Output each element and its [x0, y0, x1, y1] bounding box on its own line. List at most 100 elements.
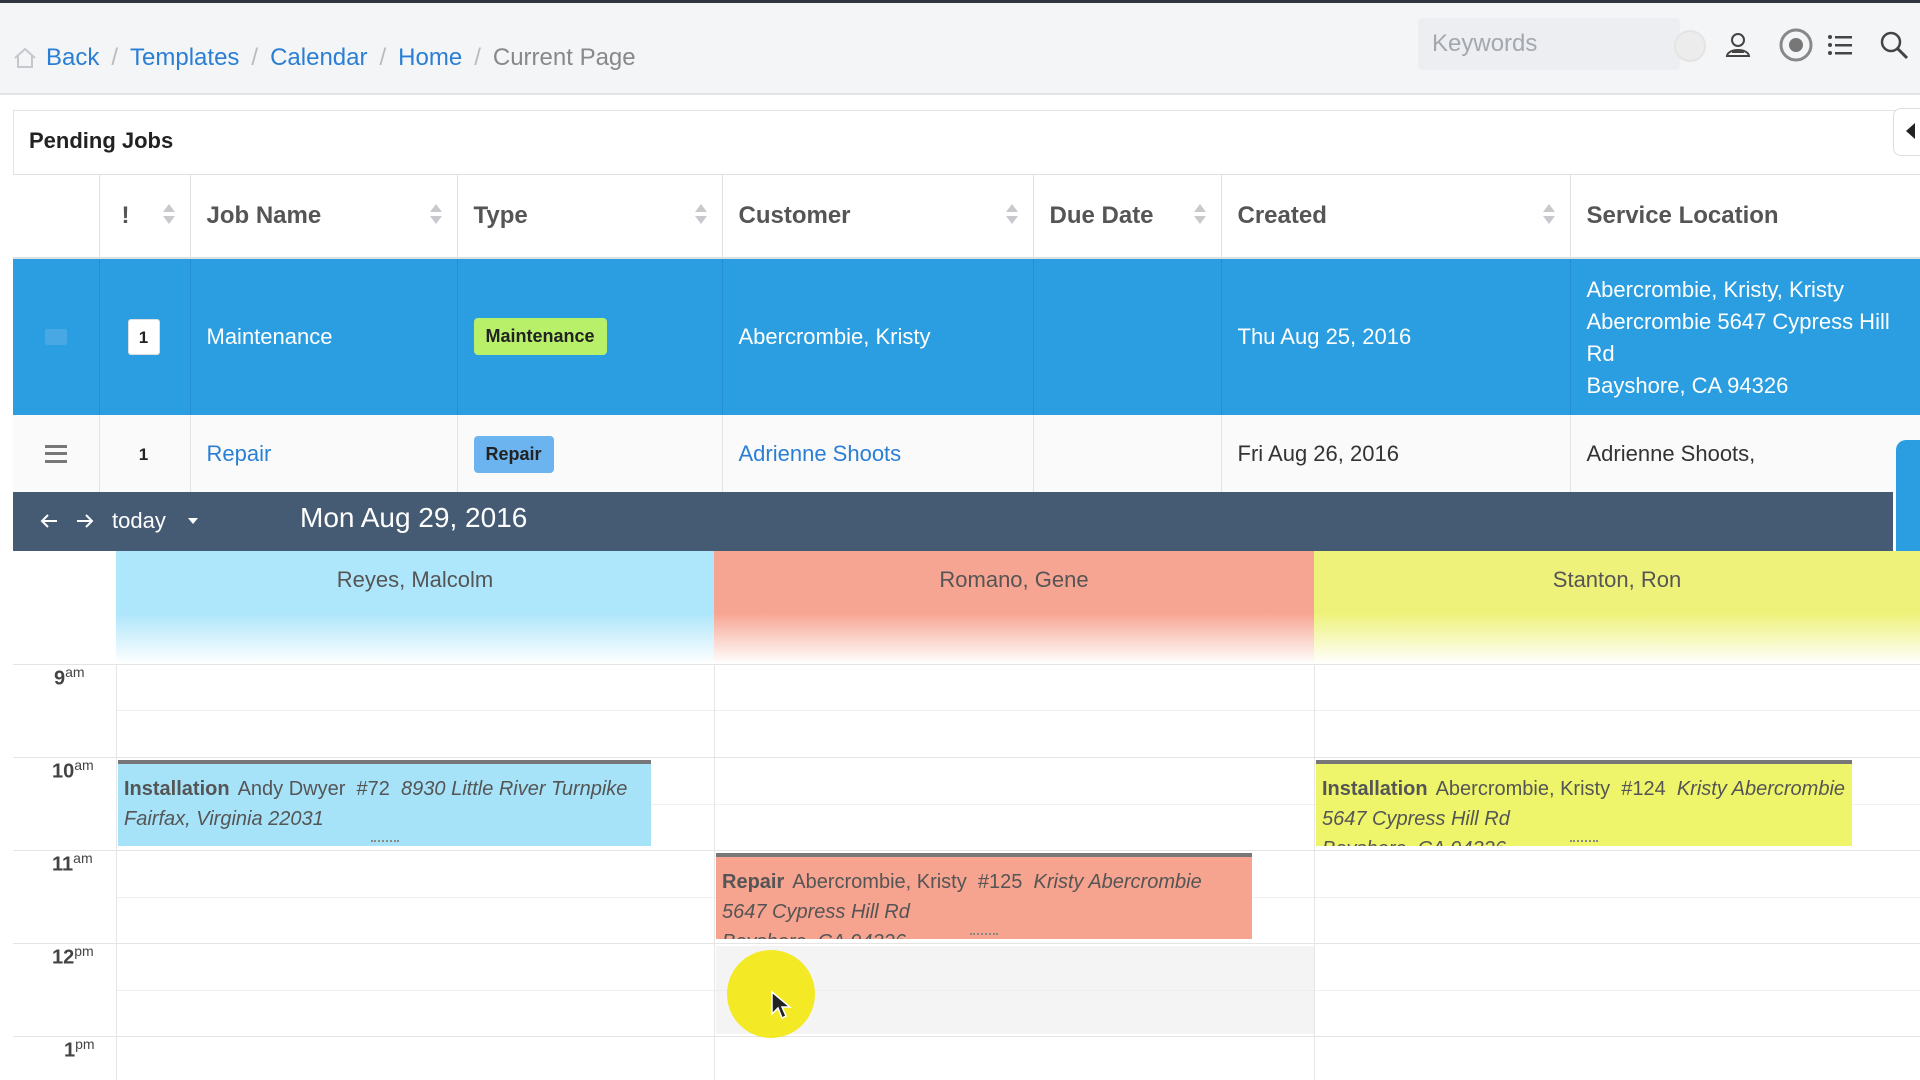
- list-icon[interactable]: [1822, 27, 1858, 63]
- event-number: #125: [977, 871, 1023, 893]
- sort-icon[interactable]: [162, 202, 176, 230]
- calendar-event[interactable]: Repair Abercrombie, Kristy #125 Kristy Ab…: [716, 853, 1252, 939]
- arrow-left-icon: [40, 514, 57, 528]
- column-divider: [116, 664, 117, 1080]
- hour-line: [13, 757, 1920, 758]
- resource-header: Reyes, Malcolm: [116, 551, 714, 664]
- hour-line: [13, 943, 1920, 944]
- priority-cell: 1: [99, 257, 191, 415]
- column-header-customer[interactable]: Customer: [722, 174, 1034, 259]
- column-header-type[interactable]: Type: [457, 174, 723, 259]
- today-button[interactable]: today: [112, 506, 198, 536]
- event-customer: Abercrombie, Kristy: [792, 871, 967, 893]
- service-location-cell: Abercrombie, Kristy, Kristy Abercrombie …: [1570, 257, 1920, 415]
- mouse-pointer-icon: [771, 990, 792, 1020]
- resource-name: Romano, Gene: [939, 567, 1089, 592]
- arrow-right-icon: [77, 514, 94, 528]
- event-address: 8930 Little River Turnpike: [401, 778, 628, 800]
- sort-icon[interactable]: [1193, 202, 1207, 230]
- sort-icon[interactable]: [429, 202, 443, 230]
- column-divider: [714, 664, 715, 1080]
- column-header-handle: [13, 174, 100, 259]
- type-cell: Repair: [457, 414, 723, 494]
- hour-label: 10am: [52, 757, 94, 783]
- table-header-row: ! Job Name Type Customer Due Date Create…: [13, 174, 1920, 259]
- column-divider: [1314, 664, 1315, 1080]
- loading-spinner-icon: [1674, 30, 1706, 62]
- home-icon[interactable]: [12, 45, 38, 71]
- drag-handle[interactable]: [13, 257, 100, 415]
- users-icon[interactable]: [1720, 27, 1756, 63]
- record-icon[interactable]: [1778, 27, 1814, 63]
- created-cell: Thu Aug 25, 2016: [1221, 257, 1571, 415]
- resize-handle[interactable]: [370, 840, 399, 846]
- event-number: #72: [356, 778, 390, 800]
- search-icon[interactable]: [1876, 27, 1912, 63]
- breadcrumb: Back / Templates / Calendar / Home / Cur…: [12, 38, 636, 78]
- job-name-cell[interactable]: Maintenance: [190, 257, 458, 415]
- chevron-left-icon: [1906, 123, 1915, 139]
- location-line: Abercrombie, Kristy, Kristy: [1586, 276, 1845, 302]
- calendar-toolbar: [13, 492, 1893, 551]
- search-input[interactable]: [1432, 26, 1672, 62]
- due-date-cell: [1033, 257, 1222, 415]
- type-badge: Repair: [473, 435, 554, 473]
- type-cell: Maintenance: [457, 257, 723, 415]
- column-header-priority[interactable]: !: [99, 174, 191, 259]
- breadcrumb-calendar[interactable]: Calendar: [270, 44, 367, 72]
- priority-badge: 1: [127, 436, 160, 472]
- event-customer: Abercrombie, Kristy: [1435, 778, 1611, 800]
- resize-handle[interactable]: [970, 933, 998, 939]
- priority-badge: 1: [127, 318, 160, 355]
- breadcrumb-templates[interactable]: Templates: [130, 44, 239, 72]
- event-type: Installation: [124, 778, 230, 800]
- event-type: Installation: [1322, 778, 1428, 800]
- calendar-event[interactable]: Installation Abercrombie, Kristy #124 Kri…: [1316, 760, 1852, 846]
- breadcrumb-separator: /: [251, 44, 259, 71]
- customer-link[interactable]: Adrienne Shoots: [739, 441, 902, 466]
- created-cell: Fri Aug 26, 2016: [1221, 414, 1571, 494]
- type-badge: Maintenance: [473, 318, 607, 355]
- customer-cell[interactable]: Abercrombie, Kristy: [722, 257, 1034, 415]
- breadcrumb-home[interactable]: Home: [398, 44, 462, 72]
- table-row[interactable]: 1 Repair Repair Adrienne Shoots Fri Aug …: [13, 414, 1920, 494]
- breadcrumb-separator: /: [474, 44, 481, 71]
- event-address-line: Bayshore, CA 94326: [722, 931, 906, 939]
- column-header-created[interactable]: Created: [1221, 174, 1571, 259]
- sort-icon[interactable]: [1005, 202, 1019, 230]
- location-line: Abercrombie 5647 Cypress Hill: [1586, 308, 1890, 334]
- hour-line: [13, 850, 1920, 851]
- job-name-link[interactable]: Repair: [207, 441, 272, 466]
- column-header-service-location[interactable]: Service Location: [1570, 174, 1920, 259]
- column-header-due-date[interactable]: Due Date: [1033, 174, 1222, 259]
- table-row[interactable]: 1 Maintenance Maintenance Abercrombie, K…: [13, 257, 1920, 415]
- service-location-cell: Adrienne Shoots,: [1570, 414, 1920, 494]
- calendar-event[interactable]: Installation Andy Dwyer #72 8930 Little R…: [118, 760, 651, 846]
- drag-handle[interactable]: [13, 414, 100, 494]
- priority-cell: 1: [99, 414, 191, 494]
- hour-line: [13, 664, 1920, 665]
- event-address-line: Fairfax, Virginia 22031: [124, 808, 324, 830]
- sort-icon[interactable]: [1542, 202, 1556, 230]
- drag-handle-icon[interactable]: [44, 328, 67, 345]
- breadcrumb-back[interactable]: Back: [46, 44, 99, 72]
- collapse-panel-button[interactable]: [1893, 108, 1920, 156]
- resize-handle[interactable]: [1570, 840, 1598, 846]
- resource-header: Romano, Gene: [714, 551, 1314, 664]
- previous-day-button[interactable]: [34, 506, 64, 536]
- pending-jobs-table: ! Job Name Type Customer Due Date Create…: [13, 174, 1920, 494]
- location-line: Rd: [1586, 340, 1615, 366]
- breadcrumb-separator: /: [111, 44, 119, 71]
- hour-label: 9am: [54, 664, 85, 690]
- resource-header: Stanton, Ron: [1314, 551, 1920, 664]
- drag-handle-icon[interactable]: [44, 445, 67, 463]
- column-header-job-name[interactable]: Job Name: [190, 174, 458, 259]
- customer-cell[interactable]: Adrienne Shoots: [722, 414, 1034, 494]
- sort-icon[interactable]: [694, 202, 708, 230]
- next-day-button[interactable]: [70, 506, 100, 536]
- location-line: Bayshore, CA 94326: [1586, 372, 1789, 398]
- job-name-cell[interactable]: Repair: [190, 414, 458, 494]
- breadcrumb-current: Current Page: [492, 44, 636, 71]
- breadcrumb-separator: /: [379, 44, 387, 71]
- today-label: today: [112, 508, 166, 533]
